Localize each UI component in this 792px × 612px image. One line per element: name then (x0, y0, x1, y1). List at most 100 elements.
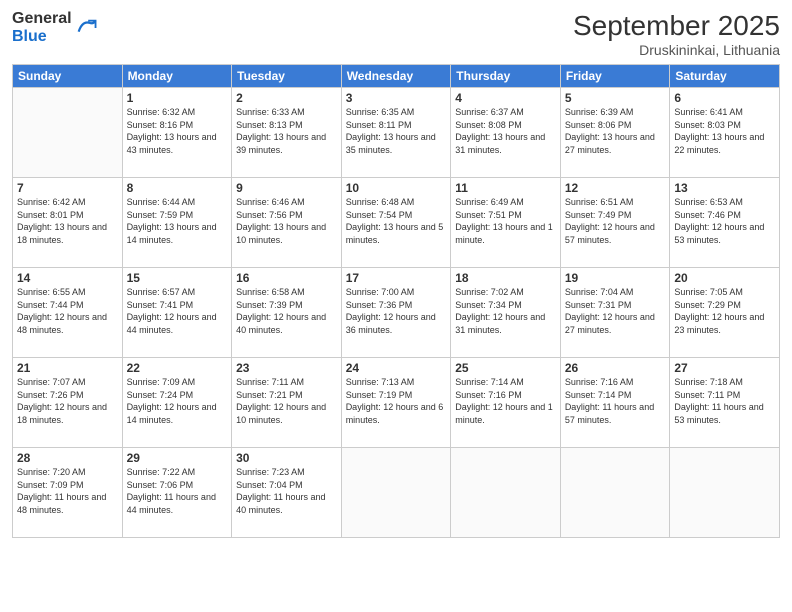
table-row: 23Sunrise: 7:11 AMSunset: 7:21 PMDayligh… (232, 358, 342, 448)
header-wednesday: Wednesday (341, 65, 451, 88)
day-number: 10 (346, 181, 447, 195)
day-info: Sunrise: 6:44 AMSunset: 7:59 PMDaylight:… (127, 196, 228, 246)
day-number: 14 (17, 271, 118, 285)
table-row: 10Sunrise: 6:48 AMSunset: 7:54 PMDayligh… (341, 178, 451, 268)
table-row: 5Sunrise: 6:39 AMSunset: 8:06 PMDaylight… (560, 88, 670, 178)
day-number: 12 (565, 181, 666, 195)
day-number: 8 (127, 181, 228, 195)
table-row: 15Sunrise: 6:57 AMSunset: 7:41 PMDayligh… (122, 268, 232, 358)
day-info: Sunrise: 7:23 AMSunset: 7:04 PMDaylight:… (236, 466, 337, 516)
table-row: 2Sunrise: 6:33 AMSunset: 8:13 PMDaylight… (232, 88, 342, 178)
table-row (560, 448, 670, 538)
calendar-week-row: 7Sunrise: 6:42 AMSunset: 8:01 PMDaylight… (13, 178, 780, 268)
day-number: 4 (455, 91, 556, 105)
day-info: Sunrise: 6:33 AMSunset: 8:13 PMDaylight:… (236, 106, 337, 156)
table-row: 11Sunrise: 6:49 AMSunset: 7:51 PMDayligh… (451, 178, 561, 268)
table-row (341, 448, 451, 538)
day-info: Sunrise: 7:07 AMSunset: 7:26 PMDaylight:… (17, 376, 118, 426)
day-number: 3 (346, 91, 447, 105)
header-thursday: Thursday (451, 65, 561, 88)
day-number: 29 (127, 451, 228, 465)
day-number: 7 (17, 181, 118, 195)
day-number: 20 (674, 271, 775, 285)
table-row: 4Sunrise: 6:37 AMSunset: 8:08 PMDaylight… (451, 88, 561, 178)
day-info: Sunrise: 6:48 AMSunset: 7:54 PMDaylight:… (346, 196, 447, 246)
day-info: Sunrise: 6:39 AMSunset: 8:06 PMDaylight:… (565, 106, 666, 156)
day-number: 16 (236, 271, 337, 285)
day-info: Sunrise: 7:22 AMSunset: 7:06 PMDaylight:… (127, 466, 228, 516)
day-info: Sunrise: 7:16 AMSunset: 7:14 PMDaylight:… (565, 376, 666, 426)
day-number: 18 (455, 271, 556, 285)
logo-icon (75, 17, 97, 39)
day-number: 5 (565, 91, 666, 105)
table-row: 8Sunrise: 6:44 AMSunset: 7:59 PMDaylight… (122, 178, 232, 268)
day-number: 15 (127, 271, 228, 285)
table-row: 1Sunrise: 6:32 AMSunset: 8:16 PMDaylight… (122, 88, 232, 178)
day-number: 30 (236, 451, 337, 465)
table-row: 30Sunrise: 7:23 AMSunset: 7:04 PMDayligh… (232, 448, 342, 538)
day-info: Sunrise: 7:20 AMSunset: 7:09 PMDaylight:… (17, 466, 118, 516)
table-row: 3Sunrise: 6:35 AMSunset: 8:11 PMDaylight… (341, 88, 451, 178)
day-number: 1 (127, 91, 228, 105)
calendar-week-row: 28Sunrise: 7:20 AMSunset: 7:09 PMDayligh… (13, 448, 780, 538)
day-info: Sunrise: 7:05 AMSunset: 7:29 PMDaylight:… (674, 286, 775, 336)
title-section: September 2025 Druskininkai, Lithuania (573, 10, 780, 58)
table-row: 16Sunrise: 6:58 AMSunset: 7:39 PMDayligh… (232, 268, 342, 358)
calendar-week-row: 1Sunrise: 6:32 AMSunset: 8:16 PMDaylight… (13, 88, 780, 178)
table-row: 20Sunrise: 7:05 AMSunset: 7:29 PMDayligh… (670, 268, 780, 358)
table-row: 13Sunrise: 6:53 AMSunset: 7:46 PMDayligh… (670, 178, 780, 268)
table-row: 25Sunrise: 7:14 AMSunset: 7:16 PMDayligh… (451, 358, 561, 448)
day-info: Sunrise: 7:00 AMSunset: 7:36 PMDaylight:… (346, 286, 447, 336)
table-row (13, 88, 123, 178)
logo: General Blue (12, 10, 97, 45)
day-info: Sunrise: 6:41 AMSunset: 8:03 PMDaylight:… (674, 106, 775, 156)
header-monday: Monday (122, 65, 232, 88)
day-number: 11 (455, 181, 556, 195)
day-info: Sunrise: 6:51 AMSunset: 7:49 PMDaylight:… (565, 196, 666, 246)
table-row (670, 448, 780, 538)
logo-general: General (12, 10, 72, 28)
table-row: 26Sunrise: 7:16 AMSunset: 7:14 PMDayligh… (560, 358, 670, 448)
table-row: 17Sunrise: 7:00 AMSunset: 7:36 PMDayligh… (341, 268, 451, 358)
day-number: 13 (674, 181, 775, 195)
day-number: 26 (565, 361, 666, 375)
table-row: 7Sunrise: 6:42 AMSunset: 8:01 PMDaylight… (13, 178, 123, 268)
header-tuesday: Tuesday (232, 65, 342, 88)
table-row: 27Sunrise: 7:18 AMSunset: 7:11 PMDayligh… (670, 358, 780, 448)
day-number: 17 (346, 271, 447, 285)
day-number: 9 (236, 181, 337, 195)
day-number: 21 (17, 361, 118, 375)
day-info: Sunrise: 7:14 AMSunset: 7:16 PMDaylight:… (455, 376, 556, 426)
table-row: 22Sunrise: 7:09 AMSunset: 7:24 PMDayligh… (122, 358, 232, 448)
month-year: September 2025 (573, 10, 780, 42)
day-info: Sunrise: 7:18 AMSunset: 7:11 PMDaylight:… (674, 376, 775, 426)
table-row: 12Sunrise: 6:51 AMSunset: 7:49 PMDayligh… (560, 178, 670, 268)
table-row: 9Sunrise: 6:46 AMSunset: 7:56 PMDaylight… (232, 178, 342, 268)
day-info: Sunrise: 6:58 AMSunset: 7:39 PMDaylight:… (236, 286, 337, 336)
day-number: 27 (674, 361, 775, 375)
table-row: 6Sunrise: 6:41 AMSunset: 8:03 PMDaylight… (670, 88, 780, 178)
header-friday: Friday (560, 65, 670, 88)
day-info: Sunrise: 7:09 AMSunset: 7:24 PMDaylight:… (127, 376, 228, 426)
day-number: 25 (455, 361, 556, 375)
table-row (451, 448, 561, 538)
day-info: Sunrise: 7:13 AMSunset: 7:19 PMDaylight:… (346, 376, 447, 426)
day-info: Sunrise: 6:42 AMSunset: 8:01 PMDaylight:… (17, 196, 118, 246)
table-row: 24Sunrise: 7:13 AMSunset: 7:19 PMDayligh… (341, 358, 451, 448)
day-number: 23 (236, 361, 337, 375)
table-row: 21Sunrise: 7:07 AMSunset: 7:26 PMDayligh… (13, 358, 123, 448)
day-info: Sunrise: 6:53 AMSunset: 7:46 PMDaylight:… (674, 196, 775, 246)
day-number: 2 (236, 91, 337, 105)
calendar: Sunday Monday Tuesday Wednesday Thursday… (12, 64, 780, 538)
header-saturday: Saturday (670, 65, 780, 88)
header: General Blue September 2025 Druskininkai… (12, 10, 780, 58)
location: Druskininkai, Lithuania (573, 42, 780, 58)
table-row: 29Sunrise: 7:22 AMSunset: 7:06 PMDayligh… (122, 448, 232, 538)
day-info: Sunrise: 6:35 AMSunset: 8:11 PMDaylight:… (346, 106, 447, 156)
day-number: 19 (565, 271, 666, 285)
calendar-week-row: 21Sunrise: 7:07 AMSunset: 7:26 PMDayligh… (13, 358, 780, 448)
page: General Blue September 2025 Druskininkai… (0, 0, 792, 612)
table-row: 19Sunrise: 7:04 AMSunset: 7:31 PMDayligh… (560, 268, 670, 358)
day-info: Sunrise: 6:46 AMSunset: 7:56 PMDaylight:… (236, 196, 337, 246)
day-info: Sunrise: 7:02 AMSunset: 7:34 PMDaylight:… (455, 286, 556, 336)
